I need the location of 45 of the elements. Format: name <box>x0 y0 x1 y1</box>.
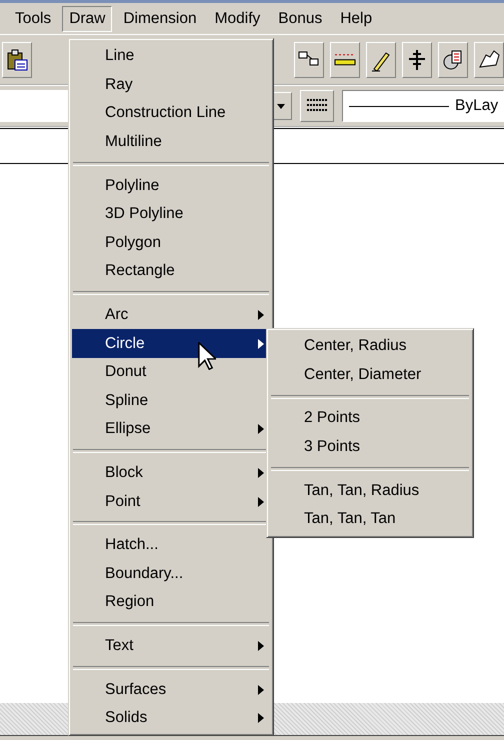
menu-bar-item[interactable]: Modify <box>208 6 268 32</box>
mouse-pointer-icon <box>198 342 216 370</box>
toolbar-button[interactable] <box>402 42 432 78</box>
menu-item[interactable]: 2 Points <box>270 404 470 433</box>
linetype-icon <box>306 98 328 114</box>
linetype-field[interactable]: ByLay <box>342 90 504 122</box>
menu-bar-item[interactable]: Help <box>333 6 380 32</box>
ruler-icon <box>334 53 356 66</box>
menu-item[interactable]: Center, Diameter <box>270 360 470 390</box>
linetype-button[interactable] <box>300 90 334 122</box>
menu-item[interactable]: Arc <box>72 300 270 330</box>
menu-item[interactable]: Polygon <box>72 228 270 258</box>
menu-item[interactable]: Tan, Tan, Tan <box>270 504 470 534</box>
toolbar-button[interactable] <box>294 42 324 78</box>
menu-item[interactable]: Line <box>72 42 270 71</box>
menu-bar-item[interactable]: Dimension <box>116 6 204 32</box>
menu-item[interactable]: Center, Radius <box>270 332 470 361</box>
menu-item[interactable]: Tan, Tan, Radius <box>270 476 470 505</box>
menu-item[interactable]: Text <box>72 632 270 660</box>
menu-item[interactable]: Ellipse <box>72 415 270 444</box>
menu-bar-item[interactable]: Draw <box>62 6 112 32</box>
menu-item[interactable]: Spline <box>72 386 270 416</box>
menu-item[interactable]: Surfaces <box>72 675 270 704</box>
menu-item[interactable]: Region <box>72 588 270 617</box>
menu-item[interactable]: Rectangle <box>72 257 270 286</box>
toolbar-button[interactable] <box>2 42 32 78</box>
toolbar-button[interactable] <box>438 42 468 78</box>
menu-item[interactable]: Ray <box>72 70 270 100</box>
toolbar-button[interactable] <box>366 42 396 78</box>
menu-item[interactable]: Multiline <box>72 128 270 156</box>
toolbar-button[interactable] <box>474 42 504 78</box>
menu-item[interactable]: Boundary... <box>72 560 270 588</box>
dropdown-arrow-icon <box>277 104 285 108</box>
field-value: ByLay <box>455 97 498 115</box>
menu-item[interactable]: Block <box>72 458 270 488</box>
menu-item[interactable]: 3D Polyline <box>72 200 270 229</box>
menu-bar-item[interactable]: Bonus <box>271 6 330 32</box>
menu-item[interactable]: Point <box>72 487 270 516</box>
menu-item[interactable]: Donut <box>72 358 270 387</box>
menu-item[interactable]: Hatch... <box>72 530 270 560</box>
menu-item[interactable]: 3 Points <box>270 432 470 462</box>
menu-bar-item[interactable]: Tools <box>8 6 58 32</box>
toolbar-button[interactable] <box>330 42 360 78</box>
menu-item[interactable]: Polyline <box>72 171 270 200</box>
menu-item[interactable]: Construction Line <box>72 99 270 128</box>
